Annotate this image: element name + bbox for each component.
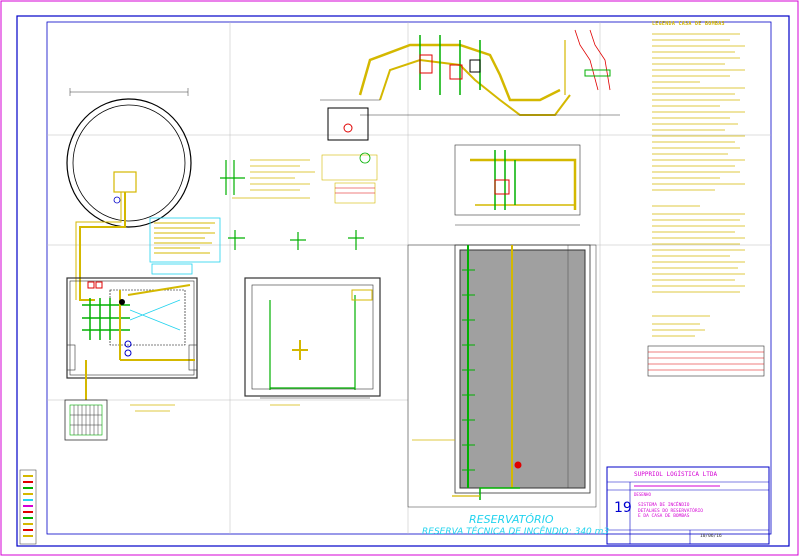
company-name: SUPPRIOL LOGÍSTICA LTDA [634,471,718,478]
reservoir-piping-detail [454,144,581,226]
legend-panel [647,33,765,377]
small-details [220,152,378,250]
reservoir-elevation [407,244,597,508]
reservoir-subtitle: RESERVA TÉCNICA DE INCÊNDIO: 340 m3 [422,527,610,537]
drawing-title: SISTEMA DE INCÊNDIO DETALHES DO RESERVAT… [638,503,704,519]
color-key [19,469,37,545]
cad-drawing-sheet: LEGENDA CASA DE BOMBAS SUPPRIOL LOGÍSTIC… [0,0,799,556]
circular-tank-plan [66,88,192,301]
sheet-number: 19 [614,500,632,516]
drawing-date: 10/06/16 [700,534,722,539]
reservoir-title: RESERVATÓRIO [469,513,554,526]
grate-detail [64,399,108,441]
isometric-piping-top [320,29,620,141]
drawing-label: DESENHO [634,492,651,497]
cyan-note-box [149,217,221,275]
pump-room-section [244,277,381,406]
legend-title: LEGENDA CASA DE BOMBAS [652,21,725,27]
pump-room-plan [66,277,198,412]
